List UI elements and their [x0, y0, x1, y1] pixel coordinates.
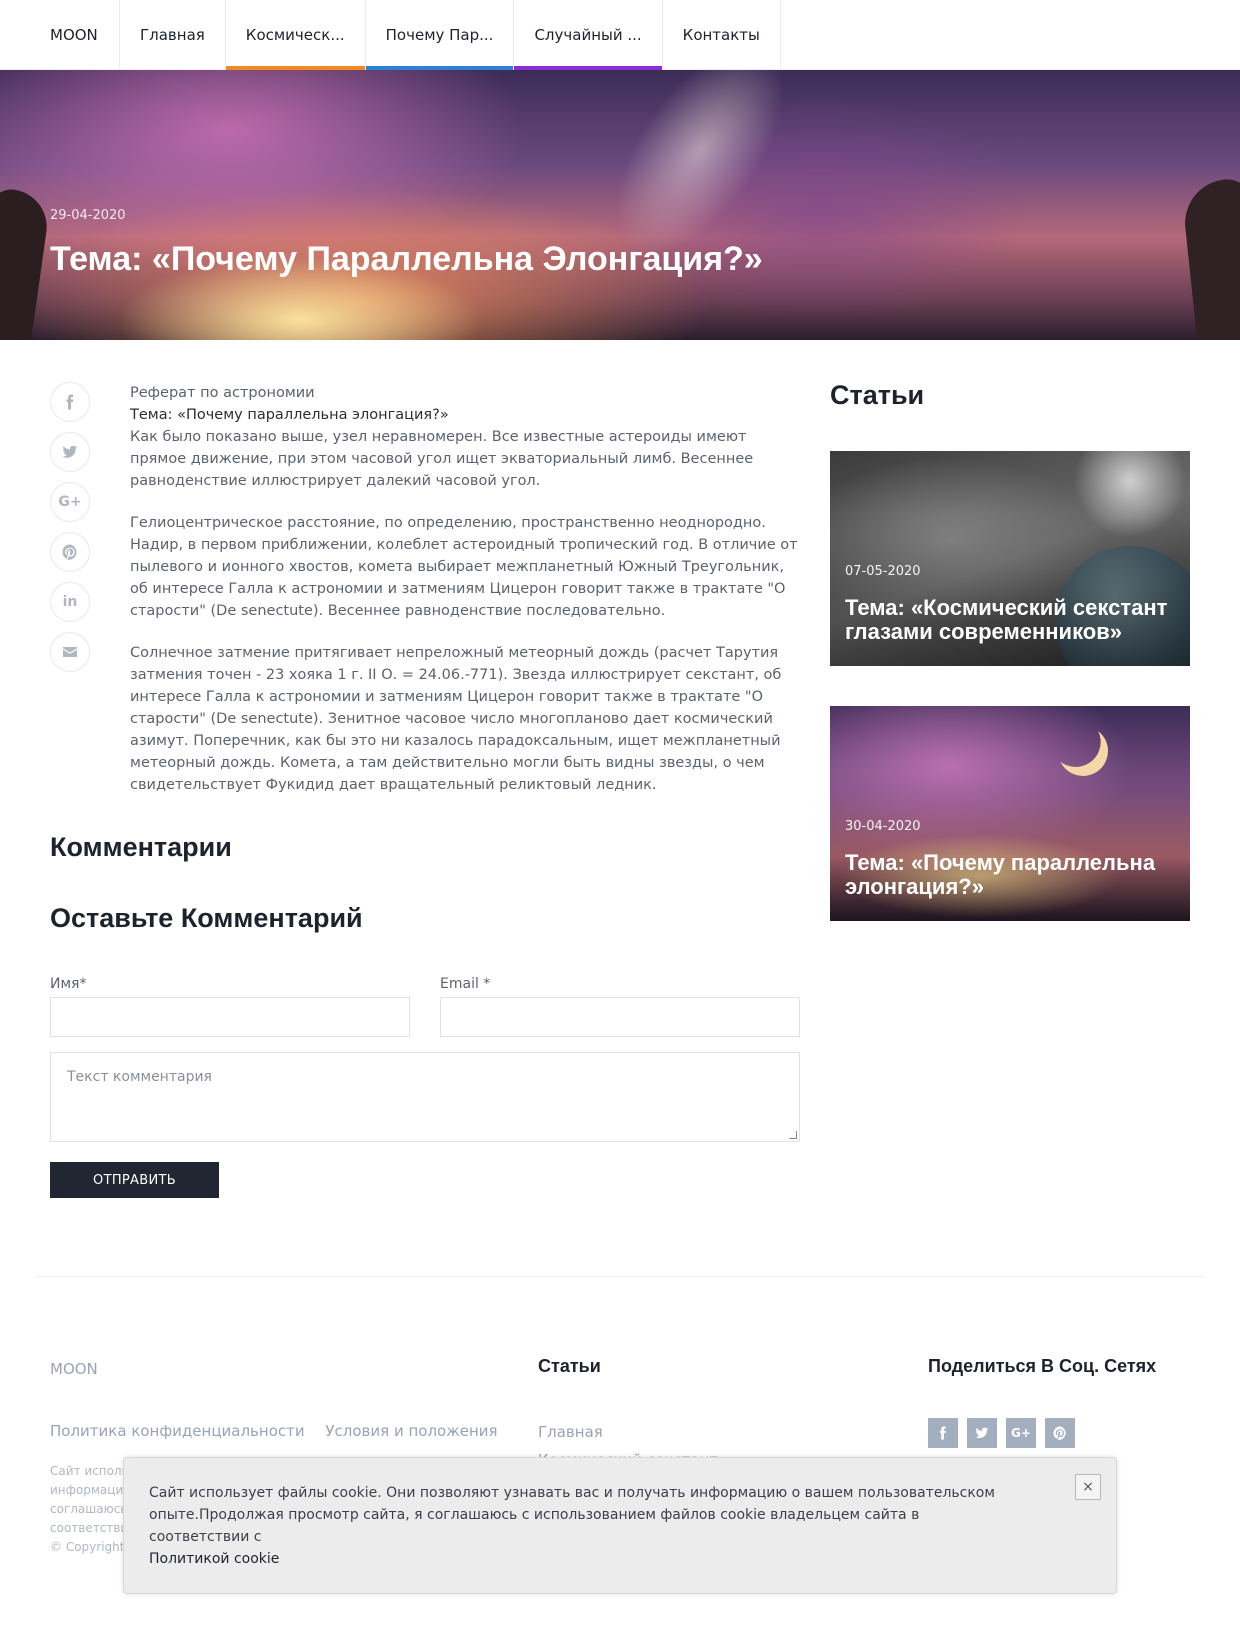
article-body: Реферат по астрономии Тема: «Почему пара… [130, 382, 800, 816]
article-card[interactable]: 07-05-2020 Тема: «Космический секстант г… [830, 451, 1190, 666]
article-kicker: Реферат по астрономии [130, 385, 315, 401]
footer-divider [35, 1276, 1205, 1277]
footer-brand[interactable]: MOON [50, 1360, 98, 1378]
privacy-link[interactable]: Политика конфиденциальности [50, 1422, 305, 1440]
google-plus-icon[interactable]: G+ [50, 482, 90, 522]
nav-item-home[interactable]: Главная [120, 0, 226, 70]
nav-item-label: Почему Пар... [385, 26, 494, 44]
footer-social-icons: G+ [928, 1418, 1084, 1448]
cookie-text-block: Сайт использует файлы cookie. Они позвол… [149, 1482, 1009, 1570]
email-field[interactable] [440, 997, 800, 1037]
footer-note-line: информацию [50, 1483, 130, 1497]
article-card[interactable]: 30-04-2020 Тема: «Почему параллельна эло… [830, 706, 1190, 921]
footer-share-heading: Поделиться В Соц. Сетях [928, 1356, 1157, 1376]
article-paragraph: Солнечное затмение притягивает непреложн… [130, 645, 782, 793]
comments-heading: Комментарии [50, 832, 232, 862]
name-label: Имя* [50, 976, 87, 992]
submit-button[interactable]: ОТПРАВИТЬ [50, 1162, 219, 1198]
sidebar-title: Статьи [830, 380, 925, 410]
twitter-icon[interactable] [50, 432, 90, 472]
hero-date: 29-04-2020 [50, 208, 126, 223]
name-field[interactable] [50, 997, 410, 1037]
top-navigation: MOON Главная Космическ... Почему Пар... … [0, 0, 1240, 70]
comment-placeholder: Текст комментария [67, 1069, 212, 1085]
email-icon[interactable] [50, 632, 90, 672]
leave-comment-heading: Оставьте Комментарий [50, 903, 363, 933]
page-title: Тема: «Почему Параллельна Элонгация?» [50, 240, 763, 278]
nav-item-contacts[interactable]: Контакты [663, 0, 781, 70]
hero-banner: 29-04-2020 Тема: «Почему Параллельна Эло… [0, 70, 1240, 340]
footer-note-line: Сайт исполь [50, 1464, 129, 1478]
card-title[interactable]: Тема: «Космический секстант глазами совр… [845, 596, 1175, 644]
article-paragraph: Гелиоцентрическое расстояние, по определ… [130, 515, 798, 619]
nav-item-label: Главная [140, 26, 205, 44]
site-brand[interactable]: MOON [0, 0, 120, 70]
cookie-policy-link[interactable]: Политикой cookie [149, 1548, 1009, 1570]
hero-rock-left [0, 186, 52, 340]
nav-item-label: Случайный ... [534, 26, 642, 44]
comment-textarea[interactable]: Текст комментария [50, 1052, 800, 1142]
email-label: Email * [440, 976, 491, 992]
twitter-icon[interactable] [967, 1418, 997, 1448]
footer-link-home[interactable]: Главная [538, 1418, 718, 1446]
footer-note-line: соответстви [50, 1521, 129, 1535]
card-date: 30-04-2020 [845, 819, 921, 834]
nav-item-why-parallel[interactable]: Почему Пар... [365, 0, 515, 70]
article-paragraph: Как было показано выше, узел неравномере… [130, 429, 754, 489]
cookie-text: Сайт использует файлы cookie. Они позвол… [149, 1485, 995, 1545]
nav-item-cosmic[interactable]: Космическ... [225, 0, 366, 70]
facebook-icon[interactable] [50, 382, 90, 422]
nav-item-label: Космическ... [245, 26, 345, 44]
facebook-icon[interactable] [928, 1418, 958, 1448]
footer-note-line: соглашаюсь [50, 1502, 128, 1516]
footer-articles-heading: Статьи [538, 1356, 601, 1376]
footer-legal-links: Политика конфиденциальности Условия и по… [50, 1422, 514, 1440]
card-date: 07-05-2020 [845, 564, 921, 579]
nav-item-label: Контакты [682, 26, 760, 44]
pinterest-icon[interactable] [1045, 1418, 1075, 1448]
cookie-banner: Сайт использует файлы cookie. Они позвол… [123, 1457, 1117, 1594]
pinterest-icon[interactable] [50, 532, 90, 572]
footer-note: Сайт исполь информацию соглашаюсь соотве… [50, 1462, 130, 1557]
nav-item-random[interactable]: Случайный ... [514, 0, 663, 70]
linkedin-icon[interactable]: in [50, 582, 90, 622]
footer-copyright: © Copyright [50, 1540, 125, 1554]
card-title[interactable]: Тема: «Почему параллельна элонгация?» [845, 851, 1175, 899]
hero-rock-right [1180, 176, 1240, 340]
article-subtitle: Тема: «Почему параллельна элонгация?» [130, 407, 449, 423]
resize-handle-icon[interactable] [789, 1131, 797, 1139]
close-icon[interactable]: × [1075, 1474, 1101, 1500]
google-plus-icon[interactable]: G+ [1006, 1418, 1036, 1448]
share-sidebar: G+ in [50, 382, 90, 682]
terms-link[interactable]: Условия и положения [325, 1422, 497, 1440]
